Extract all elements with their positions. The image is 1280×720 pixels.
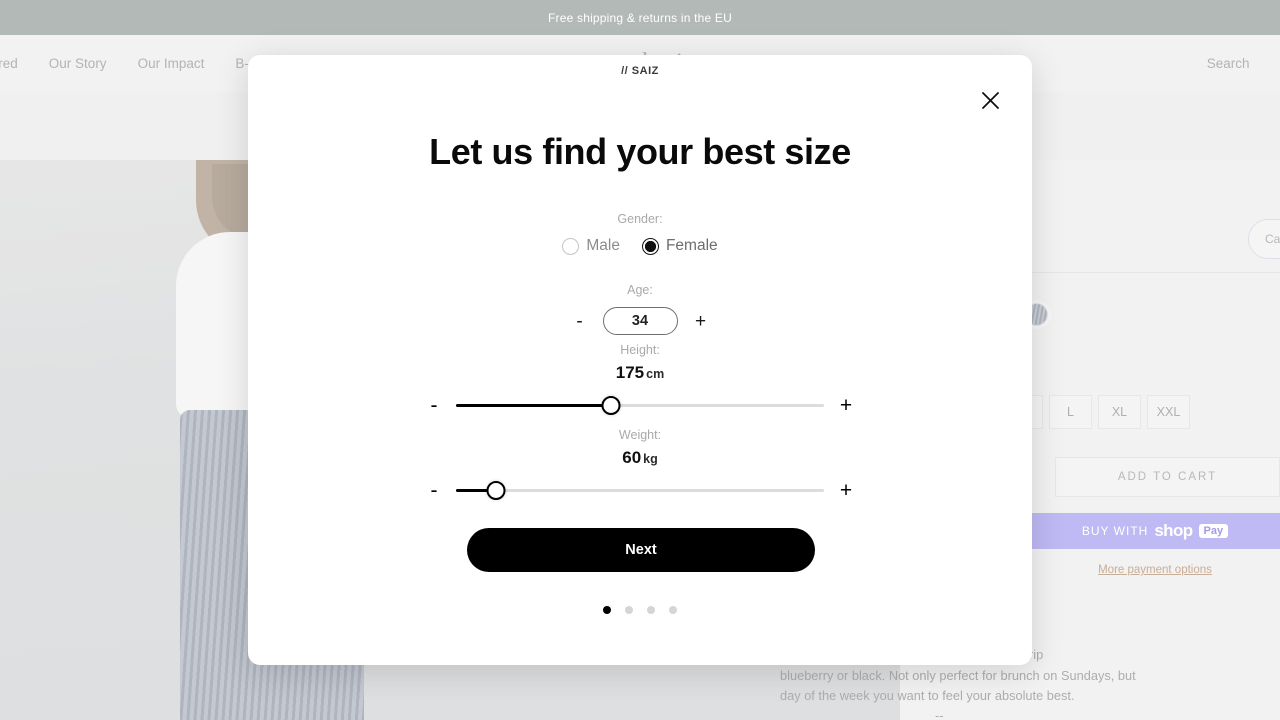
height-slider[interactable] — [456, 397, 824, 415]
next-button[interactable]: Next — [467, 528, 815, 572]
saiz-logo: // SAIZ — [248, 65, 1032, 77]
weight-increment-button[interactable]: + — [838, 480, 854, 501]
height-field: Height: 175cm - + — [248, 343, 1032, 416]
weight-decrement-button[interactable]: - — [426, 480, 442, 501]
gender-option-male[interactable]: Male — [562, 237, 620, 255]
gender-label: Gender: — [248, 212, 1032, 226]
height-value-display: 175cm — [248, 363, 1032, 383]
weight-slider-thumb[interactable] — [487, 481, 506, 500]
age-decrement-button[interactable]: - — [571, 312, 589, 331]
gender-option-male-label: Male — [586, 237, 620, 255]
weight-field: Weight: 60kg - + — [248, 428, 1032, 501]
gender-field: Gender: Male Female — [248, 212, 1032, 255]
height-slider-thumb[interactable] — [601, 396, 620, 415]
age-label: Age: — [248, 283, 1032, 297]
weight-unit: kg — [643, 452, 658, 466]
weight-slider-row: - + — [248, 480, 1032, 501]
pagination-dots — [248, 606, 1032, 614]
height-decrement-button[interactable]: - — [426, 395, 442, 416]
size-finder-modal: // SAIZ Let us find your best size Gende… — [248, 55, 1032, 665]
radio-icon-male — [562, 238, 579, 255]
height-increment-button[interactable]: + — [838, 395, 854, 416]
pagination-dot-1[interactable] — [603, 606, 611, 614]
weight-value-display: 60kg — [248, 448, 1032, 468]
height-unit: cm — [646, 367, 664, 381]
height-slider-fill — [456, 404, 611, 408]
height-label: Height: — [248, 343, 1032, 357]
close-icon[interactable] — [975, 85, 1005, 115]
height-value: 175 — [616, 363, 644, 382]
age-input[interactable]: 34 — [603, 307, 678, 335]
radio-icon-female — [642, 238, 659, 255]
weight-value: 60 — [622, 448, 641, 467]
weight-label: Weight: — [248, 428, 1032, 442]
age-field: Age: - 34 + — [248, 283, 1032, 335]
pagination-dot-4[interactable] — [669, 606, 677, 614]
age-stepper: - 34 + — [248, 307, 1032, 335]
age-increment-button[interactable]: + — [692, 312, 710, 331]
pagination-dot-2[interactable] — [625, 606, 633, 614]
gender-option-female-label: Female — [666, 237, 718, 255]
gender-option-female[interactable]: Female — [642, 237, 718, 255]
weight-slider-rail — [456, 489, 824, 492]
page-root: Free shipping & returns in the EU eature… — [0, 0, 1280, 720]
modal-heading: Let us find your best size — [248, 131, 1032, 173]
height-slider-row: - + — [248, 395, 1032, 416]
pagination-dot-3[interactable] — [647, 606, 655, 614]
weight-slider[interactable] — [456, 482, 824, 500]
gender-options: Male Female — [248, 237, 1032, 255]
